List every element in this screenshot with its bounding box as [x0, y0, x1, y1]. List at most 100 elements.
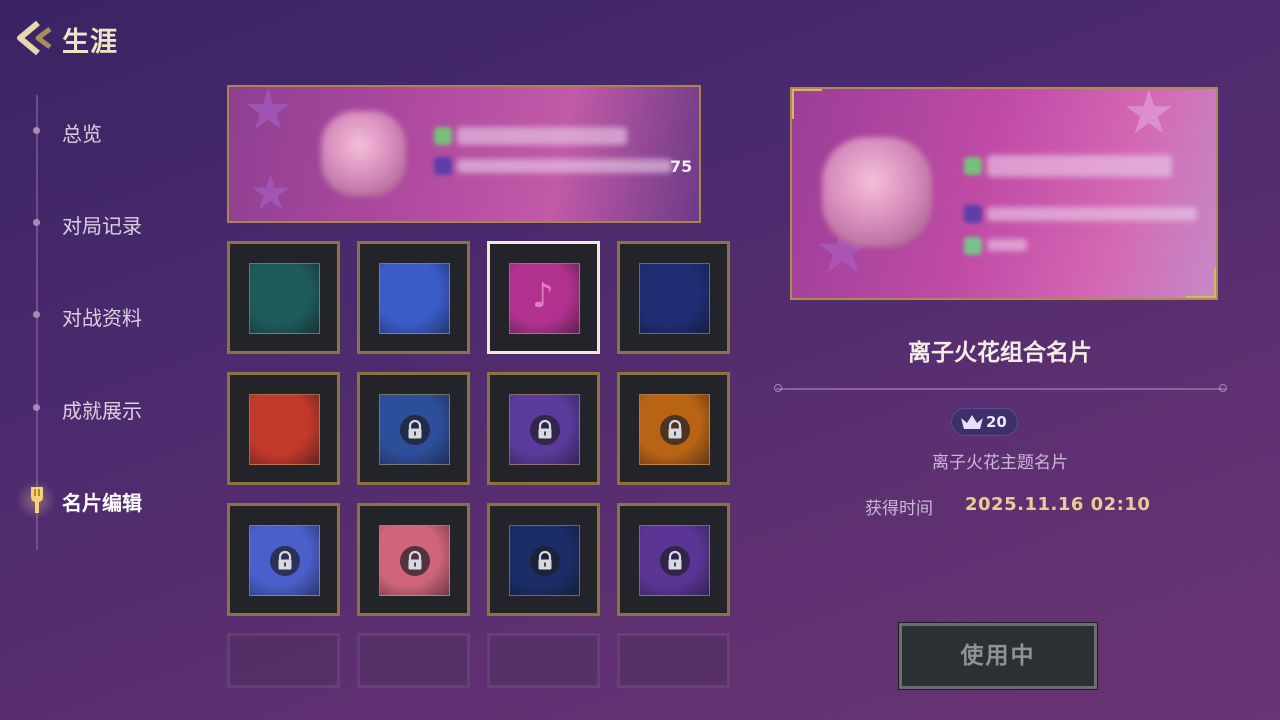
- sidebar-item-label: 对局记录: [62, 214, 142, 238]
- blurred-icon: [434, 157, 452, 175]
- lock-icon: [529, 414, 560, 445]
- music-note-icon: ♪: [532, 276, 554, 316]
- card-tile-dark-blue-dragon[interactable]: [487, 503, 600, 616]
- frame-corner: [305, 319, 319, 333]
- avatar: [321, 111, 406, 196]
- crown-icon: [961, 415, 983, 429]
- blurred-icon: [964, 205, 982, 223]
- page-title: 生涯: [62, 27, 118, 58]
- sidebar-item-match-history[interactable]: 对局记录: [20, 198, 200, 248]
- card-tile-purple-ornate[interactable]: [487, 372, 600, 485]
- badge-value: 20: [986, 413, 1007, 431]
- banner-value: 75: [670, 157, 693, 176]
- sidebar-item-label: 总览: [62, 122, 102, 146]
- blurred-text: [457, 159, 672, 173]
- card-thumbnail: ♪: [509, 263, 580, 334]
- nav-dot: [33, 404, 40, 411]
- nav-dot: [33, 127, 40, 134]
- blurred-text: [457, 127, 627, 145]
- card-tile-amber[interactable]: [617, 372, 730, 485]
- frame-corner: [640, 395, 654, 409]
- grid-tile: [357, 633, 470, 688]
- frame-corner: [305, 581, 319, 595]
- card-thumbnail: [639, 394, 710, 465]
- frame-corner: [435, 450, 449, 464]
- card-thumbnail: [639, 263, 710, 334]
- use-button[interactable]: 使用中: [898, 622, 1098, 690]
- card-tile-violet-galaxy[interactable]: [617, 503, 730, 616]
- lock-icon: [659, 414, 690, 445]
- divider-dot: [1219, 384, 1227, 392]
- frame-corner: [380, 264, 394, 278]
- blurred-icon: [434, 127, 452, 145]
- frame-corner: [510, 395, 524, 409]
- blurred-text: [987, 239, 1027, 251]
- sidebar-item-label: 对战资料: [62, 306, 142, 330]
- sidebar-item-card-edit[interactable]: 名片编辑: [16, 475, 200, 525]
- card-tile-teal[interactable]: [227, 241, 340, 354]
- sidebar-item-label: 成就展示: [62, 399, 142, 423]
- card-tile-blue-ornate[interactable]: [357, 372, 470, 485]
- frame-corner: [305, 450, 319, 464]
- sidebar-item-overview[interactable]: 总览: [20, 106, 200, 156]
- avatar: [822, 137, 932, 247]
- card-thumbnail: [639, 525, 710, 596]
- frame-corner: [695, 319, 709, 333]
- card-thumbnail: [249, 525, 320, 596]
- frame-corner: [792, 89, 822, 119]
- card-tile-blue-dragon[interactable]: [227, 503, 340, 616]
- lock-icon: [399, 414, 430, 445]
- blurred-icon: [964, 237, 982, 255]
- card-thumbnail: [379, 263, 450, 334]
- blurred-text: [987, 207, 1197, 221]
- card-tile-cosmic-blue[interactable]: [357, 241, 470, 354]
- frame-corner: [565, 319, 579, 333]
- divider: [776, 388, 1226, 390]
- card-thumbnail: [379, 394, 450, 465]
- frame-corner: [565, 450, 579, 464]
- frame-corner: [250, 395, 264, 409]
- date-label: 获得时间: [865, 499, 933, 519]
- grid-tile: [227, 633, 340, 688]
- card-tile-pink-music[interactable]: ♪: [487, 241, 600, 354]
- frame-corner: [250, 526, 264, 540]
- date-value: 2025.11.16 02:10: [965, 494, 1151, 515]
- frame-corner: [380, 526, 394, 540]
- nav-dot: [33, 311, 40, 318]
- sidebar-item-label: 名片编辑: [62, 491, 142, 515]
- back-button[interactable]: [14, 20, 54, 56]
- frame-corner: [1186, 268, 1216, 298]
- frame-corner: [640, 526, 654, 540]
- card-title: 离子火花组合名片: [908, 340, 1092, 366]
- divider-dot: [774, 384, 782, 392]
- frame-corner: [435, 319, 449, 333]
- card-tile-peach-fox[interactable]: [357, 503, 470, 616]
- sidebar-item-achievements[interactable]: 成就展示: [20, 383, 200, 433]
- frame-corner: [565, 581, 579, 595]
- frame-corner: [640, 264, 654, 278]
- star-icon: ★: [1122, 87, 1176, 148]
- lock-icon: [269, 545, 300, 576]
- star-icon: ★: [249, 165, 293, 221]
- frame-corner: [695, 450, 709, 464]
- frame-corner: [695, 581, 709, 595]
- nav-dot: [33, 219, 40, 226]
- card-thumbnail: [249, 394, 320, 465]
- frame-corner: [250, 264, 264, 278]
- card-thumbnail: [509, 525, 580, 596]
- back-arrow-icon: [17, 20, 52, 56]
- frame-corner: [435, 581, 449, 595]
- card-preview: ★ ★: [790, 87, 1218, 300]
- card-tile-red-orange[interactable]: [227, 372, 340, 485]
- card-thumbnail: [249, 263, 320, 334]
- blurred-icon: [964, 157, 982, 175]
- card-tile-navy[interactable]: [617, 241, 730, 354]
- card-thumbnail: [509, 394, 580, 465]
- sidebar-item-battle-data[interactable]: 对战资料: [20, 290, 200, 340]
- current-card-banner[interactable]: ★ ★ 75: [227, 85, 701, 223]
- card-thumbnail: [379, 525, 450, 596]
- lock-icon: [399, 545, 430, 576]
- star-icon: ★: [243, 85, 294, 143]
- card-subtitle: 离子火花主题名片: [932, 453, 1068, 473]
- frame-corner: [510, 526, 524, 540]
